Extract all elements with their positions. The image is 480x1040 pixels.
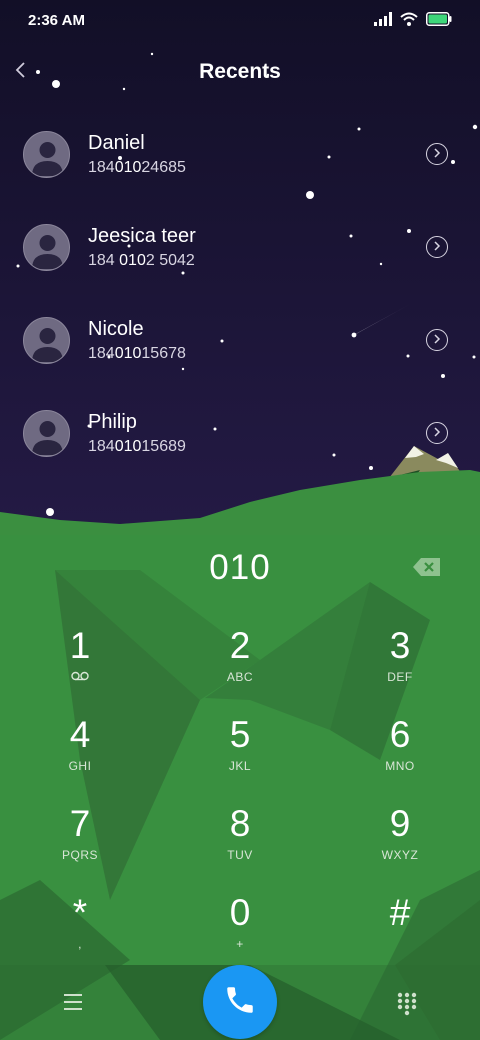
key-letters xyxy=(325,937,475,951)
key-letters: , xyxy=(78,937,82,951)
contact-number: 18401015678 xyxy=(88,345,186,362)
key-6[interactable]: 6 MNO xyxy=(325,715,475,797)
contact-detail-button[interactable] xyxy=(426,143,448,165)
key-digit: 5 xyxy=(229,714,251,755)
key-digit: 2 xyxy=(229,625,251,666)
backspace-icon xyxy=(412,558,442,582)
number-match-highlight: 010 xyxy=(114,345,142,362)
signal-icon xyxy=(374,11,392,31)
key-letters: DEF xyxy=(387,670,413,684)
battery-icon xyxy=(426,11,452,31)
chevron-right-icon xyxy=(433,424,441,442)
recent-contact-row[interactable]: Nicole 18401015678 xyxy=(0,294,480,387)
header: Recents xyxy=(0,52,480,92)
contact-name: Nicole xyxy=(88,318,144,340)
number-match-highlight: 010 xyxy=(114,159,142,176)
key-digit: 7 xyxy=(69,803,91,844)
recent-contact-row[interactable]: Philip 18401015689 xyxy=(0,387,480,480)
chevron-right-icon xyxy=(433,238,441,256)
key-digit: * xyxy=(72,892,88,933)
key-7[interactable]: 7 PQRS xyxy=(5,804,155,886)
key-digit: 1 xyxy=(69,625,91,666)
key-letters: MNO xyxy=(385,759,415,773)
recent-contact-row[interactable]: Jeesica teer 184 0102 5042 xyxy=(0,201,480,294)
key-digit: # xyxy=(389,892,411,933)
key-hash[interactable]: # xyxy=(325,893,475,975)
call-button[interactable] xyxy=(203,965,277,1039)
voicemail-icon xyxy=(5,670,155,684)
key-star[interactable]: * , xyxy=(5,893,155,975)
key-1[interactable]: 1 xyxy=(5,626,155,708)
contact-number: 18401015689 xyxy=(88,438,186,455)
status-time: 2:36 AM xyxy=(28,12,85,29)
status-bar: 2:36 AM xyxy=(0,0,480,44)
key-digit: 9 xyxy=(389,803,411,844)
key-letters: JKL xyxy=(228,759,252,773)
contact-name: Jeesica teer xyxy=(88,225,196,247)
avatar xyxy=(23,224,70,271)
key-5[interactable]: 5 JKL xyxy=(165,715,315,797)
key-9[interactable]: 9 WXYZ xyxy=(325,804,475,886)
key-digit: 0 xyxy=(229,892,251,933)
battery-fill xyxy=(428,14,447,23)
page-title: Recents xyxy=(199,60,281,83)
chevron-right-icon xyxy=(433,145,441,163)
wifi-icon xyxy=(400,12,418,31)
contact-detail-button[interactable] xyxy=(426,422,448,444)
dialpad-icon xyxy=(392,992,422,1022)
key-2[interactable]: 2 ABC xyxy=(165,626,315,708)
menu-icon xyxy=(64,994,82,996)
recent-contact-row[interactable]: Daniel 18401024685 xyxy=(0,108,480,201)
key-digit: 8 xyxy=(229,803,251,844)
recents-list: Daniel 18401024685 Jeesica teer 184 0102… xyxy=(0,108,480,480)
contact-number: 184 0102 5042 xyxy=(88,252,195,269)
number-match-highlight: 010 xyxy=(114,438,142,455)
dial-display: 010 xyxy=(0,546,480,594)
contact-detail-button[interactable] xyxy=(426,236,448,258)
key-letters: ABC xyxy=(226,670,254,684)
key-letters: WXYZ xyxy=(381,848,419,862)
key-3[interactable]: 3 DEF xyxy=(325,626,475,708)
key-4[interactable]: 4 GHI xyxy=(5,715,155,797)
avatar xyxy=(23,131,70,178)
avatar xyxy=(23,410,70,457)
key-0[interactable]: 0 + xyxy=(165,893,315,975)
phone-icon xyxy=(223,983,257,1022)
key-letters: PQRS xyxy=(61,848,98,862)
key-8[interactable]: 8 TUV xyxy=(165,804,315,886)
contact-name: Philip xyxy=(88,411,137,433)
number-match-highlight: 010 xyxy=(119,252,146,269)
menu-button[interactable] xyxy=(58,988,88,1016)
dialed-number-input[interactable]: 010 xyxy=(0,548,480,588)
dialpad-toggle-button[interactable] xyxy=(392,988,422,1018)
contact-detail-button[interactable] xyxy=(426,329,448,351)
key-digit: 4 xyxy=(69,714,91,755)
key-digit: 3 xyxy=(389,625,411,666)
contact-name: Daniel xyxy=(88,132,145,154)
key-letters: GHI xyxy=(68,759,92,773)
contact-number: 18401024685 xyxy=(88,159,186,176)
chevron-right-icon xyxy=(433,331,441,349)
key-letters: + xyxy=(236,937,244,951)
status-icons xyxy=(374,11,452,31)
key-digit: 6 xyxy=(389,714,411,755)
backspace-button[interactable] xyxy=(412,556,442,578)
avatar xyxy=(23,317,70,364)
key-letters: TUV xyxy=(227,848,253,862)
bottom-bar xyxy=(0,964,480,1040)
